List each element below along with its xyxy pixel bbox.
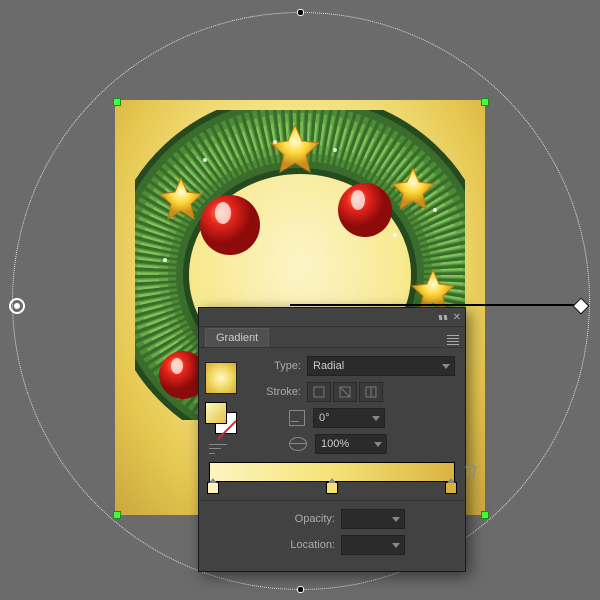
gradient-stop-2[interactable] [326,482,338,494]
aspect-value: 100% [321,438,349,450]
bbox-handle-top[interactable] [297,9,304,16]
stroke-label: Stroke: [261,386,301,398]
gradient-panel: ✕ Gradient Type: Radial Stroke: [198,307,466,572]
gradient-preview-swatch[interactable] [205,362,237,394]
gradient-annotator-line[interactable] [290,304,580,306]
swatch-column [205,362,237,456]
angle-icon [289,410,305,426]
angle-input[interactable]: 0° [313,408,385,428]
stroke-along-button[interactable] [333,382,357,402]
opacity-label: Opacity: [281,513,335,525]
type-dropdown[interactable]: Radial [307,356,455,376]
panel-menu-icon[interactable] [447,335,459,346]
location-label: Location: [281,539,335,551]
bbox-handle-br[interactable] [481,511,489,519]
panel-body: Type: Radial Stroke: 0° 100% [199,348,465,571]
aspect-input[interactable]: 100% [315,434,387,454]
gradient-origin-handle[interactable] [9,298,25,314]
reverse-gradient-icon[interactable] [209,442,227,456]
type-value: Radial [313,360,344,372]
chevron-down-icon [374,442,382,447]
location-input[interactable] [341,535,405,555]
chevron-down-icon [372,416,380,421]
chevron-down-icon [392,543,400,548]
stroke-within-button[interactable] [307,382,331,402]
aspect-ratio-icon [289,437,307,451]
tab-gradient[interactable]: Gradient [205,328,269,347]
gradient-stop-1[interactable] [207,482,219,494]
panel-header[interactable]: ✕ [199,308,465,327]
gradient-stop-3[interactable] [445,482,457,494]
tab-label: Gradient [216,332,258,344]
bbox-handle-tr[interactable] [481,98,489,106]
collapse-icon[interactable] [439,315,447,320]
fill-stroke-swatch[interactable] [205,402,237,434]
bbox-handle-bottom[interactable] [297,586,304,593]
opacity-input[interactable] [341,509,405,529]
chevron-down-icon [442,364,450,369]
bbox-handle-bl[interactable] [113,511,121,519]
close-icon[interactable]: ✕ [453,312,461,323]
bbox-handle-tl[interactable] [113,98,121,106]
chevron-down-icon [392,517,400,522]
panel-tab-row: Gradient [199,327,465,348]
trash-icon[interactable] [465,464,477,478]
gradient-end-handle[interactable] [573,298,590,315]
gradient-ramp[interactable] [209,462,455,482]
divider [199,500,465,501]
stroke-alignment-group [307,382,383,402]
angle-value: 0° [319,412,330,424]
stroke-across-button[interactable] [359,382,383,402]
type-label: Type: [261,360,301,372]
